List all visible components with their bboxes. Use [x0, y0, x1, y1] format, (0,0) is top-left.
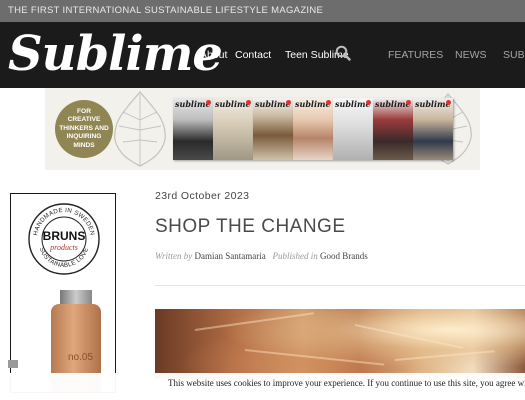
nav-contact[interactable]: Contact — [235, 49, 271, 61]
article-category-link[interactable]: Good Brands — [320, 251, 368, 261]
cover-title: sublime — [255, 99, 291, 109]
magazine-cover: sublime — [173, 98, 213, 160]
badge-text: FOR CREATIVE THINKERS AND INQUIRING MIND… — [59, 107, 109, 149]
creative-thinkers-badge: FOR CREATIVE THINKERS AND INQUIRING MIND… — [55, 100, 113, 158]
site-tagline-bar: THE FIRST INTERNATIONAL SUSTAINABLE LIFE… — [0, 0, 525, 22]
nav-features[interactable]: FEATURES — [388, 49, 443, 61]
bottle-number: no.05 — [68, 352, 94, 363]
magazine-cover: sublime — [333, 98, 373, 160]
site-tagline: THE FIRST INTERNATIONAL SUSTAINABLE LIFE… — [8, 5, 324, 16]
article-date: 23rd October 2023 — [155, 190, 250, 202]
magazine-covers: sublime sublime sublime sublime sublime … — [173, 98, 455, 164]
article-byline: Written by Damian Santamaria Published i… — [155, 251, 368, 261]
cover-title: sublime — [335, 99, 371, 109]
magazine-cover: sublime — [293, 98, 333, 160]
cover-title: sublime — [215, 99, 251, 109]
cover-title: sublime — [295, 99, 331, 109]
ad-brand: BRUNS — [43, 229, 86, 243]
magazine-cover: sublime — [213, 98, 253, 160]
article-author: Damian Santamaria — [194, 251, 266, 261]
divider — [155, 285, 525, 286]
nav-news[interactable]: NEWS — [455, 49, 487, 61]
cookie-text: This website uses cookies to improve you… — [168, 378, 525, 388]
magazine-cover: sublime — [253, 98, 293, 160]
article-hero-image — [155, 309, 525, 379]
bottle-cap — [60, 290, 92, 304]
bruns-products-ad[interactable]: HANDMADE IN SWEDEN SUSTAINABLE LOVE BRUN… — [10, 193, 116, 393]
cookie-notice: This website uses cookies to improve you… — [0, 373, 525, 400]
magazine-cover: sublime — [373, 98, 413, 160]
cover-title: sublime — [175, 99, 211, 109]
nav-sublime-cropped[interactable]: SUBL — [503, 49, 525, 61]
site-header: Sublime About Contact Teen Sublime FEATU… — [0, 22, 525, 88]
bruns-stamp-logo: HANDMADE IN SWEDEN SUSTAINABLE LOVE BRUN… — [28, 203, 100, 275]
cover-title: sublime — [375, 99, 411, 109]
article-title[interactable]: SHOP THE CHANGE — [155, 216, 346, 238]
written-by-label: Written by — [155, 251, 193, 261]
magazine-cover: sublime — [413, 98, 453, 160]
site-logo[interactable]: Sublime — [8, 26, 223, 82]
ad-brand-sub: products — [49, 243, 78, 252]
scroll-handle[interactable] — [8, 360, 18, 368]
cover-title: sublime — [415, 99, 451, 109]
published-in-label: Published in — [272, 251, 318, 261]
nav-about[interactable]: About — [200, 49, 227, 61]
subscription-banner[interactable]: FOR CREATIVE THINKERS AND INQUIRING MIND… — [45, 88, 480, 170]
leaf-decoration-left — [114, 91, 166, 167]
search-icon[interactable] — [335, 45, 351, 61]
